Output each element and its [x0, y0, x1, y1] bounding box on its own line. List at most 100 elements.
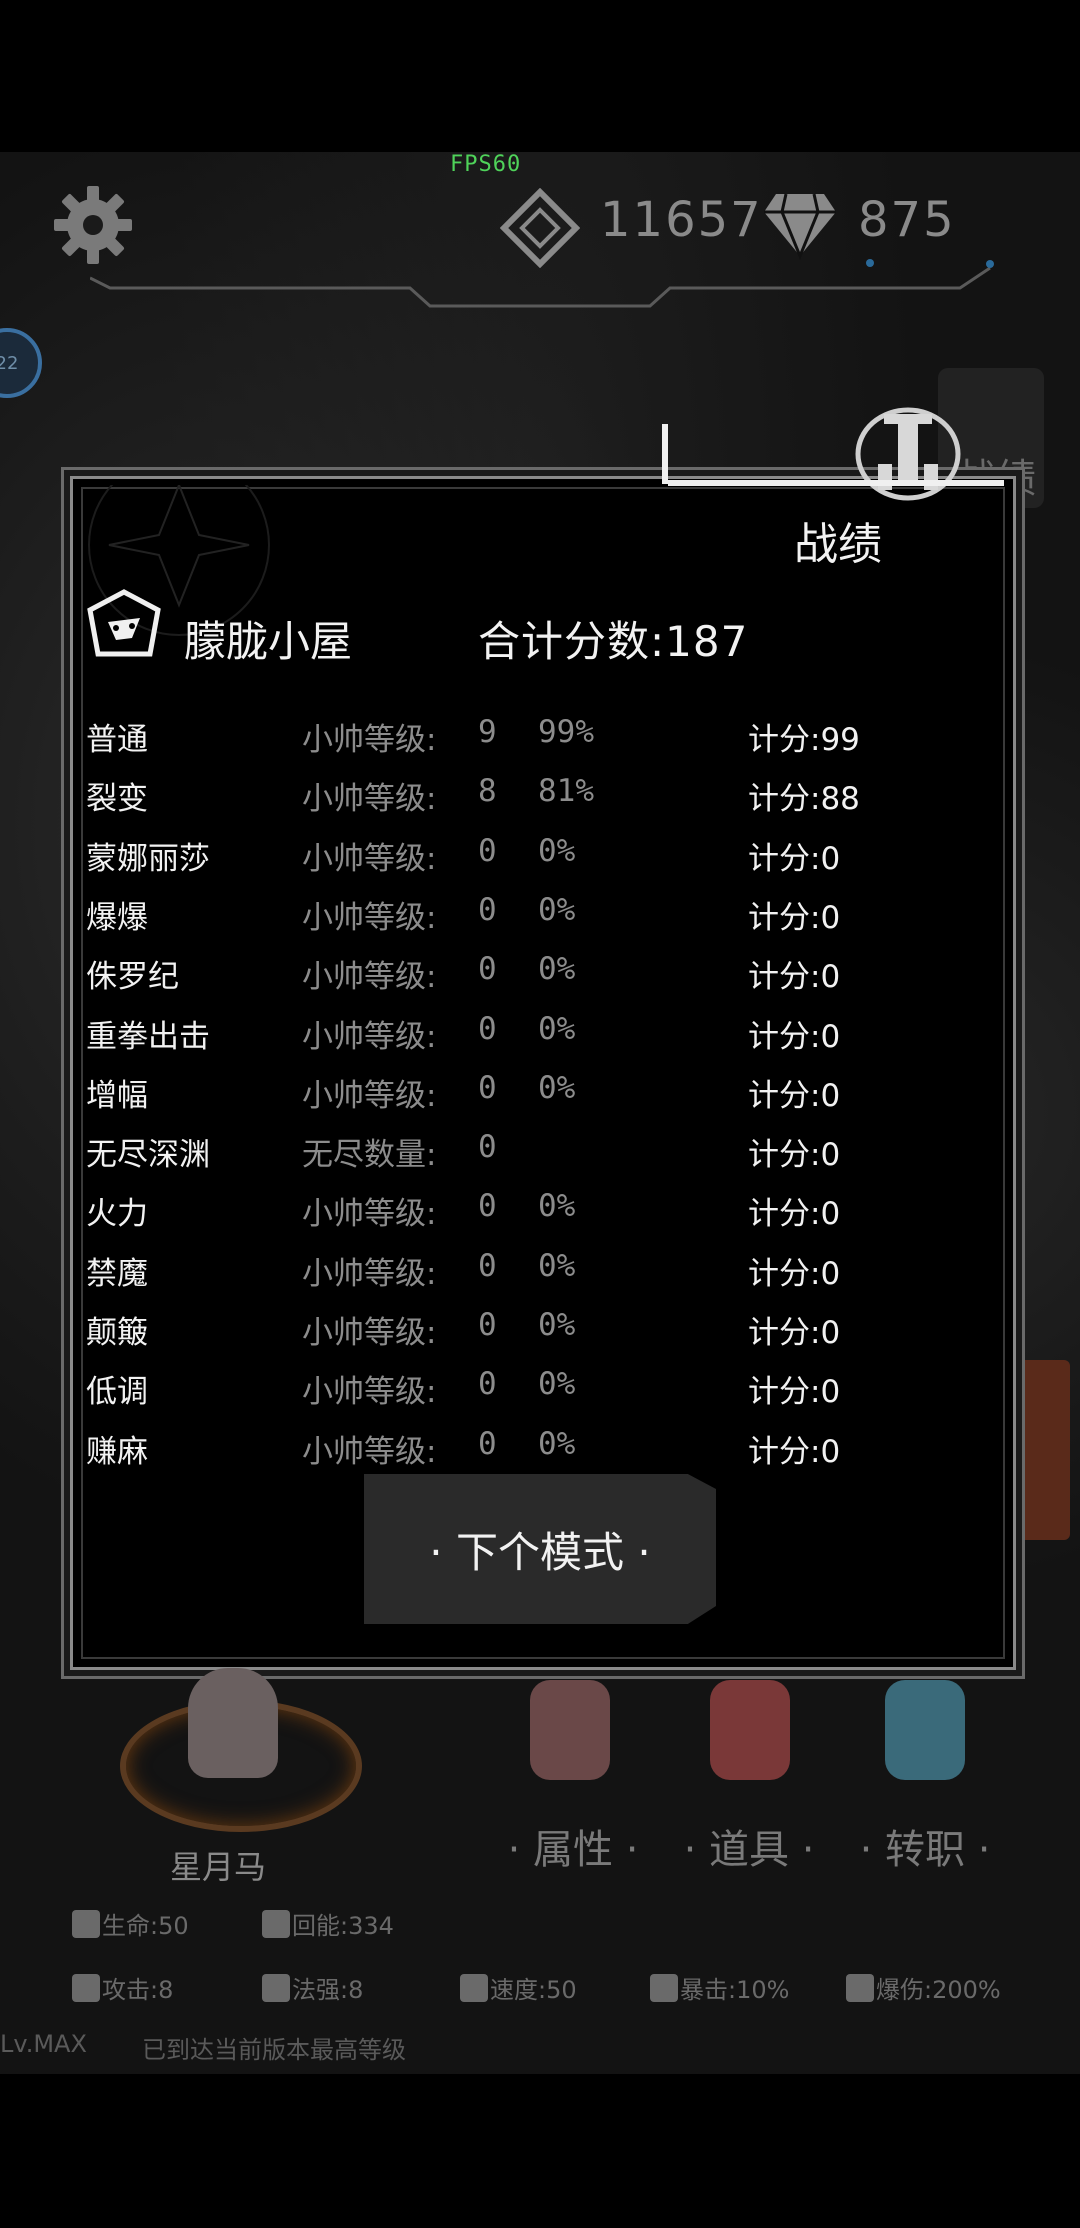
record-row: 裂变 小帅等级: 8 81% 计分:88 [0, 773, 1080, 823]
staff-icon [262, 1974, 290, 2002]
total-score: 合计分数:187 [478, 617, 749, 666]
record-row: 重拳出击 小帅等级: 0 0% 计分:0 [0, 1011, 1080, 1061]
record-percent: 0% [538, 1248, 576, 1284]
record-label: 小帅等级: [302, 1078, 437, 1114]
record-score: 计分:0 [748, 1078, 841, 1114]
crystal-currency-icon [500, 188, 580, 268]
record-row: 赚麻 小帅等级: 0 0% 计分:0 [0, 1426, 1080, 1476]
record-label: 小帅等级: [302, 1374, 437, 1410]
record-mode-name: 爆爆 [86, 900, 148, 936]
record-percent: 0% [538, 1426, 576, 1462]
record-level: 0 [478, 1011, 497, 1047]
record-mode-name: 重拳出击 [86, 1019, 210, 1055]
record-mode-name: 蒙娜丽莎 [86, 841, 210, 877]
stat-regen-value: 回能:334 [292, 1912, 394, 1940]
mode-emblem-icon [87, 589, 161, 657]
record-row: 侏罗纪 小帅等级: 0 0% 计分:0 [0, 951, 1080, 1001]
level-max-note: 已到达当前版本最高等级 [142, 2036, 406, 2064]
stat-speed-value: 速度:50 [490, 1976, 577, 2004]
record-mode-name: 火力 [86, 1196, 148, 1232]
record-mode-name: 侏罗纪 [86, 959, 179, 995]
record-level: 0 [478, 1070, 497, 1106]
record-mode-name: 无尽深渊 [86, 1137, 210, 1173]
record-percent: 0% [538, 892, 576, 928]
stat-magic-value: 法强:8 [292, 1976, 364, 2004]
stat-crit-damage-value: 爆伤:200% [876, 1976, 1001, 2004]
record-level: 0 [478, 1129, 497, 1165]
record-percent: 0% [538, 833, 576, 869]
record-label: 小帅等级: [302, 1315, 437, 1351]
character-name: 星月马 [170, 1848, 267, 1886]
record-label: 小帅等级: [302, 900, 437, 936]
record-level: 0 [478, 1366, 497, 1402]
record-level: 0 [478, 892, 497, 928]
stat-hp-value: 生命:50 [102, 1912, 189, 1940]
next-mode-button[interactable]: · 下个模式 · [364, 1474, 716, 1624]
record-level: 0 [478, 1248, 497, 1284]
record-label: 小帅等级: [302, 841, 437, 877]
record-score: 计分:0 [748, 1374, 841, 1410]
attribute-tab-item-icon [530, 1680, 610, 1780]
record-percent: 0% [538, 1307, 576, 1343]
item-tab-crystal-icon [710, 1680, 790, 1780]
record-mode-name: 裂变 [86, 781, 148, 817]
record-label: 小帅等级: [302, 1434, 437, 1470]
title-tab-underline [668, 480, 1004, 486]
tab-attributes[interactable]: · 属性 · [498, 1800, 648, 1900]
mode-name: 朦胧小屋 [184, 617, 353, 666]
record-score: 计分:0 [748, 900, 841, 936]
record-row: 爆爆 小帅等级: 0 0% 计分:0 [0, 892, 1080, 942]
crossed-swords-icon [650, 1974, 678, 2002]
sword-icon [72, 1974, 100, 2002]
record-mode-name: 普通 [86, 722, 148, 758]
record-percent: 0% [538, 1070, 576, 1106]
record-row: 颠簸 小帅等级: 0 0% 计分:0 [0, 1307, 1080, 1357]
regen-icon [262, 1910, 290, 1938]
crystal-count: 11657 [600, 192, 763, 248]
character-sprite[interactable] [188, 1668, 278, 1778]
modal-title: 战绩 [794, 519, 882, 570]
record-row: 普通 小帅等级: 9 99% 计分:99 [0, 714, 1080, 764]
stat-crit-damage: 爆伤:200% [846, 1970, 1001, 2005]
next-mode-button-label: · 下个模式 · [429, 1527, 651, 1577]
record-mode-name: 增幅 [86, 1078, 148, 1114]
record-score: 计分:0 [748, 1434, 841, 1470]
record-row: 蒙娜丽莎 小帅等级: 0 0% 计分:0 [0, 833, 1080, 883]
record-row: 火力 小帅等级: 0 0% 计分:0 [0, 1188, 1080, 1238]
record-percent: 0% [538, 951, 576, 987]
record-label: 小帅等级: [302, 781, 437, 817]
stat-magic: 法强:8 [262, 1970, 363, 2005]
tab-items[interactable]: · 道具 · [674, 1800, 824, 1900]
record-mode-name: 低调 [86, 1374, 148, 1410]
record-score: 计分:99 [748, 722, 860, 758]
record-percent: 81% [538, 773, 594, 809]
diamond-currency-icon [764, 193, 836, 260]
record-percent: 0% [538, 1366, 576, 1402]
job-tab-robot-icon [885, 1680, 965, 1780]
burst-icon [846, 1974, 874, 2002]
record-score: 计分:0 [748, 1137, 841, 1173]
record-score: 计分:0 [748, 1256, 841, 1292]
record-percent: 0% [538, 1188, 576, 1224]
boot-icon [460, 1974, 488, 2002]
record-percent: 99% [538, 714, 594, 750]
record-level: 0 [478, 951, 497, 987]
record-level: 0 [478, 1307, 497, 1343]
record-row: 增幅 小帅等级: 0 0% 计分:0 [0, 1070, 1080, 1120]
record-label: 小帅等级: [302, 1256, 437, 1292]
record-row: 低调 小帅等级: 0 0% 计分:0 [0, 1366, 1080, 1416]
record-level: 0 [478, 1188, 497, 1224]
title-tab-divider [662, 424, 668, 484]
diamond-count: 875 [858, 192, 956, 248]
tab-job-change[interactable]: · 转职 · [850, 1800, 1000, 1900]
record-level: 8 [478, 773, 497, 809]
record-mode-name: 禁魔 [86, 1256, 148, 1292]
stat-hp: 生命:50 [72, 1906, 189, 1941]
record-label: 小帅等级: [302, 1019, 437, 1055]
game-screen: FPS60 11657 875 22 战绩 朦胧小屋 合计分数:187 普通 小… [0, 0, 1080, 2228]
record-level: 0 [478, 833, 497, 869]
stat-attack: 攻击:8 [72, 1970, 173, 2005]
record-label: 小帅等级: [302, 722, 437, 758]
record-percent: 0% [538, 1011, 576, 1047]
heart-icon [72, 1910, 100, 1938]
